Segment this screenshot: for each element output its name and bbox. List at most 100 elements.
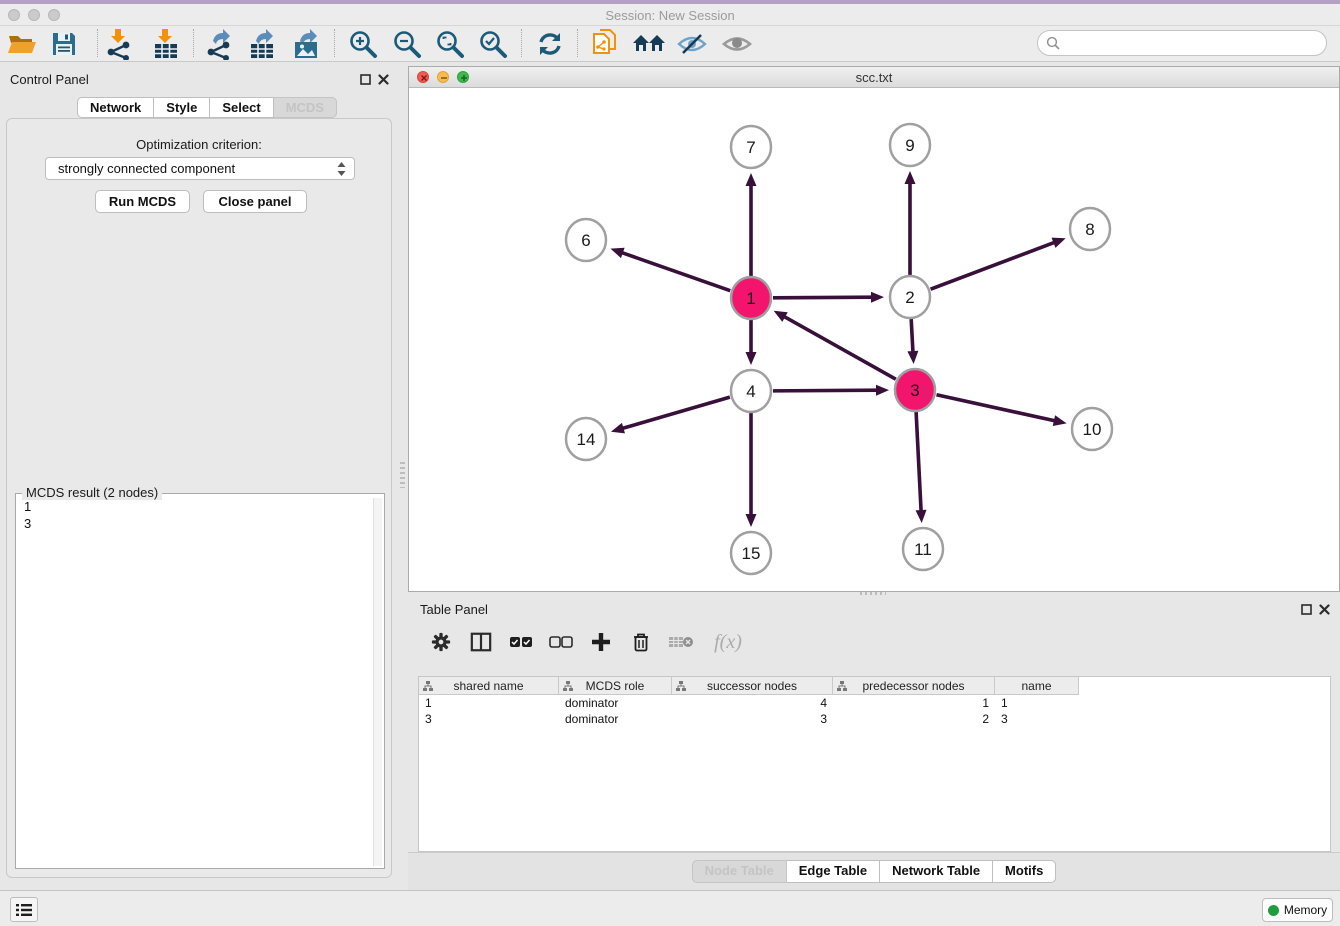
graph-edge[interactable] [931, 242, 1056, 289]
zoom-fit-button[interactable] [433, 28, 467, 60]
delete-columns-button[interactable] [628, 629, 654, 655]
table-row[interactable]: 1 dominator 4 1 1 [419, 695, 1330, 711]
mcds-result-box: MCDS result (2 nodes) 1 3 [15, 493, 385, 869]
open-session-button[interactable] [5, 28, 39, 60]
column-header-label: shared name [453, 679, 523, 693]
mcds-result-list[interactable]: 1 3 [18, 498, 372, 866]
edge-arrowhead [611, 423, 625, 434]
tab-edge-table[interactable]: Edge Table [787, 860, 880, 883]
export-network-icon [204, 28, 234, 60]
node-label: 2 [905, 288, 914, 307]
selected-option-label: strongly connected component [58, 161, 337, 176]
export-network-button[interactable] [202, 28, 236, 60]
close-panel-button[interactable]: Close panel [203, 190, 307, 213]
node-table[interactable]: shared name MCDS role successor nodes pr… [418, 676, 1331, 852]
column-header-name[interactable]: name [995, 677, 1079, 695]
delete-table-icon [668, 634, 694, 650]
deselect-all-button[interactable] [548, 629, 574, 655]
zoom-selected-icon [478, 29, 508, 59]
node-label: 9 [905, 136, 914, 155]
tab-motifs[interactable]: Motifs [993, 860, 1056, 883]
table-row[interactable]: 3 dominator 3 2 3 [419, 711, 1330, 727]
zoom-out-button[interactable] [390, 28, 424, 60]
graph-edge[interactable] [783, 316, 896, 379]
checked-boxes-icon [509, 635, 533, 649]
graph-edge[interactable] [621, 252, 730, 290]
zoom-in-button[interactable] [346, 28, 380, 60]
dropdown-stepper-icon [337, 162, 346, 176]
network-graph[interactable]: 7968124314101511 [409, 88, 1339, 591]
run-mcds-button[interactable]: Run MCDS [95, 190, 190, 213]
status-bar: Memory [0, 890, 1340, 926]
graph-edge[interactable] [911, 319, 913, 353]
optimization-criterion-label: Optimization criterion: [7, 137, 391, 152]
cell-successor-nodes: 4 [672, 695, 833, 711]
column-header-mcds-role[interactable]: MCDS role [559, 677, 672, 695]
tab-style[interactable]: Style [154, 97, 210, 118]
tab-mcds[interactable]: MCDS [274, 97, 337, 118]
gear-icon [430, 631, 452, 653]
column-header-label: MCDS role [586, 679, 645, 693]
column-settings-button[interactable] [428, 629, 454, 655]
search-input[interactable] [1064, 36, 1326, 51]
hierarchy-icon [837, 681, 847, 691]
plus-icon [591, 632, 611, 652]
node-label: 11 [914, 540, 932, 559]
memory-button[interactable]: Memory [1262, 898, 1333, 922]
vertical-splitter-handle[interactable] [400, 462, 405, 488]
float-panel-icon[interactable] [360, 74, 371, 85]
table-tabs: Node Table Edge Table Network Table Moti… [692, 860, 1057, 883]
edge-arrowhead [907, 351, 918, 364]
edge-arrowhead [916, 510, 927, 523]
tab-select[interactable]: Select [210, 97, 273, 118]
edge-arrowhead [1052, 238, 1066, 248]
close-table-panel-icon[interactable] [1319, 604, 1330, 615]
graph-edge[interactable] [622, 397, 730, 429]
cell-name: 3 [995, 711, 1079, 727]
network-window-titlebar[interactable]: scc.txt [409, 67, 1339, 88]
apply-layout-button[interactable] [533, 28, 567, 60]
table-toolbar: f(x) [418, 622, 1330, 662]
hide-graphics-details-button[interactable] [675, 28, 709, 60]
select-all-button[interactable] [508, 629, 534, 655]
table-tabs-bar: Node Table Edge Table Network Table Moti… [408, 852, 1340, 890]
import-table-button[interactable] [149, 28, 183, 60]
tab-network-table[interactable]: Network Table [880, 860, 993, 883]
search-field[interactable] [1037, 30, 1327, 56]
hierarchy-icon [676, 681, 686, 691]
birds-eye-view-button[interactable] [720, 28, 754, 60]
add-column-button[interactable] [588, 629, 614, 655]
column-header-successor-nodes[interactable]: successor nodes [672, 677, 833, 695]
node-label: 10 [1083, 420, 1102, 439]
first-neighbors-button[interactable] [632, 28, 666, 60]
apply-function-button[interactable]: f(x) [708, 629, 748, 655]
column-header-shared-name[interactable]: shared name [419, 677, 559, 695]
delete-table-button[interactable] [668, 629, 694, 655]
app-title: Session: New Session [0, 8, 1340, 23]
duplicate-network-button[interactable] [588, 28, 622, 60]
tab-network[interactable]: Network [77, 97, 154, 118]
show-task-history-button[interactable] [10, 897, 38, 922]
graph-edge[interactable] [773, 390, 878, 391]
edge-arrowhead [611, 248, 625, 258]
close-panel-icon[interactable] [378, 74, 389, 85]
save-session-button[interactable] [47, 28, 81, 60]
table-panel-title: Table Panel [420, 602, 488, 617]
float-table-panel-icon[interactable] [1301, 604, 1312, 615]
node-label: 14 [577, 430, 596, 449]
zoom-selected-button[interactable] [476, 28, 510, 60]
graph-edge[interactable] [773, 297, 873, 298]
column-header-predecessor-nodes[interactable]: predecessor nodes [833, 677, 995, 695]
split-view-button[interactable] [468, 629, 494, 655]
graph-edge[interactable] [916, 412, 921, 512]
tab-node-table[interactable]: Node Table [692, 860, 787, 883]
floppy-disk-icon [51, 31, 77, 57]
control-panel-title: Control Panel [10, 72, 89, 87]
graph-edge[interactable] [936, 395, 1055, 421]
export-table-button[interactable] [245, 28, 279, 60]
import-network-button[interactable] [102, 28, 136, 60]
export-image-button[interactable] [289, 28, 323, 60]
optimization-criterion-select[interactable]: strongly connected component [45, 157, 355, 180]
edge-arrowhead [746, 352, 757, 365]
result-scrollbar[interactable] [373, 498, 382, 866]
